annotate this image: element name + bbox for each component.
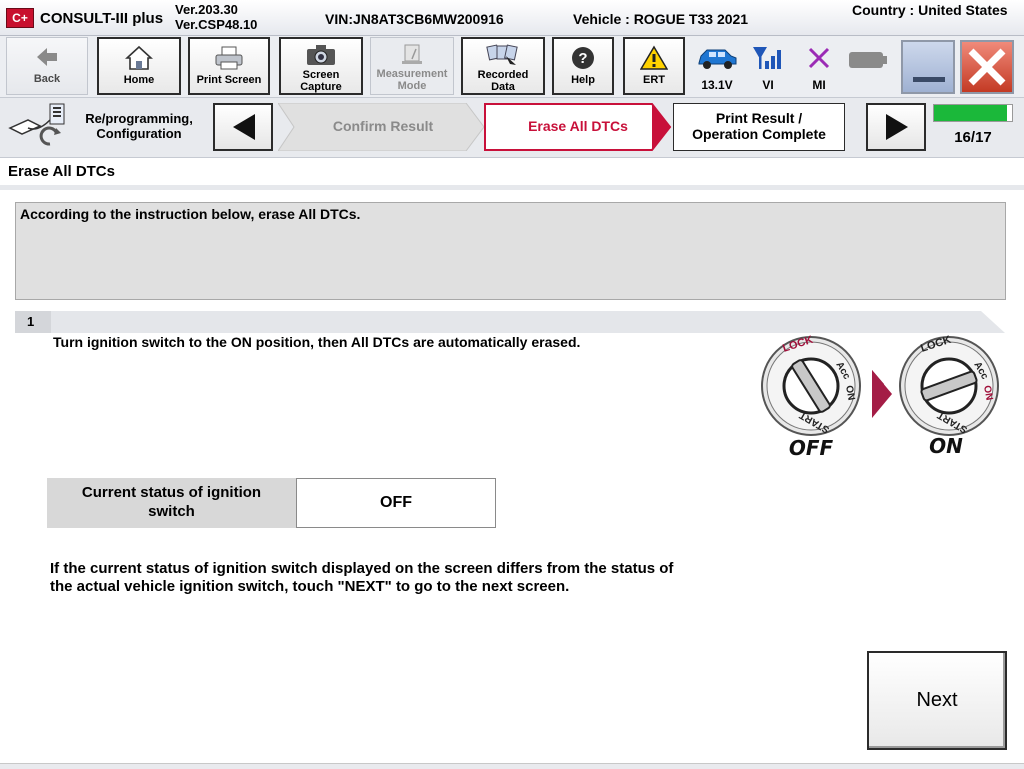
svg-text:ON: ON <box>929 434 963 458</box>
battery-voltage-status: 13.1V <box>695 40 739 94</box>
ignition-status-row: Current status of ignition switch OFF <box>47 478 496 528</box>
progress-fill <box>934 105 1008 121</box>
home-button[interactable]: Home <box>97 37 181 95</box>
section-label: Re/programming, Configuration <box>85 111 193 141</box>
previous-step-button[interactable] <box>213 103 273 151</box>
next-button[interactable]: Next <box>867 651 1007 750</box>
help-button[interactable]: ? Help <box>552 37 614 95</box>
progress-bar <box>933 104 1013 122</box>
battery-voltage-label: 13.1V <box>701 78 733 92</box>
step-instruction: Turn ignition switch to the ON position,… <box>53 334 581 350</box>
measurement-mode-button[interactable]: Measurement Mode <box>370 37 454 95</box>
instruction-text: According to the instruction below, eras… <box>20 206 361 222</box>
recorded-data-icon <box>486 44 518 65</box>
step-navigation-bar: Re/programming, Configuration Confirm Re… <box>0 98 1024 158</box>
version-line-1: Ver.203.30 <box>175 2 238 17</box>
mi-label: MI <box>812 78 826 92</box>
help-icon: ? <box>572 47 594 69</box>
step-erase-all-dtcs: Erase All DTCs <box>484 103 672 151</box>
consult-logo-icon: C+ <box>6 8 34 28</box>
ignition-on-dial: LOCK Acc ON START ON <box>899 334 999 458</box>
app-title: CONSULT-III plus <box>40 10 164 27</box>
ignition-status-value: OFF <box>296 478 496 528</box>
toolbar: Back Home Print Screen Screen Capture Me… <box>0 36 1024 98</box>
battery-icon <box>849 52 887 68</box>
car-icon <box>698 49 737 69</box>
back-button[interactable]: Back <box>6 37 88 95</box>
step-confirm-result: Confirm Result <box>278 103 488 151</box>
vehicle-label: Vehicle : ROGUE T33 2021 <box>573 11 749 27</box>
close-button[interactable] <box>960 40 1014 94</box>
minimize-button[interactable] <box>901 40 955 94</box>
divider <box>0 185 1024 190</box>
version-info: Ver.203.30 Ver.CSP48.10 <box>175 2 257 32</box>
ert-button[interactable]: ERT <box>623 37 685 95</box>
mi-status: MI <box>797 40 841 94</box>
progress-label: 16/17 <box>954 129 992 146</box>
close-icon <box>968 48 1006 86</box>
svg-text:OFF: OFF <box>789 436 834 460</box>
svg-text:?: ? <box>578 50 587 67</box>
vi-status: VI <box>746 40 790 94</box>
vin-label: VIN:JN8AT3CB6MW200916 <box>325 11 504 27</box>
instruction-panel: According to the instruction below, eras… <box>15 202 1006 300</box>
step-header: 1 <box>15 311 1005 333</box>
mi-disconnected-icon <box>808 47 830 69</box>
version-line-2: Ver.CSP48.10 <box>175 17 258 32</box>
title-bar: C+ CONSULT-III plus Ver.203.30 Ver.CSP48… <box>0 0 1024 36</box>
screen-capture-button[interactable]: Screen Capture <box>279 37 363 95</box>
warning-icon <box>640 45 668 70</box>
vi-label: VI <box>762 78 774 92</box>
step-progress: 16/17 <box>933 104 1015 150</box>
page-title: Erase All DTCs <box>8 163 115 180</box>
recorded-data-button[interactable]: Recorded Data <box>461 37 545 95</box>
printer-icon <box>215 46 243 70</box>
measurement-icon <box>402 44 422 64</box>
step-number: 1 <box>15 311 51 333</box>
print-screen-button[interactable]: Print Screen <box>188 37 270 95</box>
country-label: Country : United States <box>852 2 1008 18</box>
reprogramming-icon <box>8 103 65 146</box>
status-strip <box>0 763 1024 769</box>
ignition-off-dial: LOCK Acc ON START OFF <box>761 334 861 460</box>
battery-status <box>846 40 890 94</box>
vi-signal-icon <box>753 47 781 69</box>
home-icon <box>125 45 153 70</box>
right-arrow-icon <box>886 114 908 140</box>
next-step-button[interactable] <box>866 103 926 151</box>
step-print-result: Print Result / Operation Complete <box>673 103 845 151</box>
ignition-status-label: Current status of ignition switch <box>47 478 296 528</box>
note-text: If the current status of ignition switch… <box>50 560 674 595</box>
back-arrow-icon <box>37 48 57 66</box>
minimize-icon <box>913 77 945 82</box>
ignition-switch-illustration: LOCK Acc ON START OFF LOCK Acc ON START … <box>761 334 999 460</box>
left-arrow-icon <box>233 114 255 140</box>
camera-icon <box>307 45 335 65</box>
